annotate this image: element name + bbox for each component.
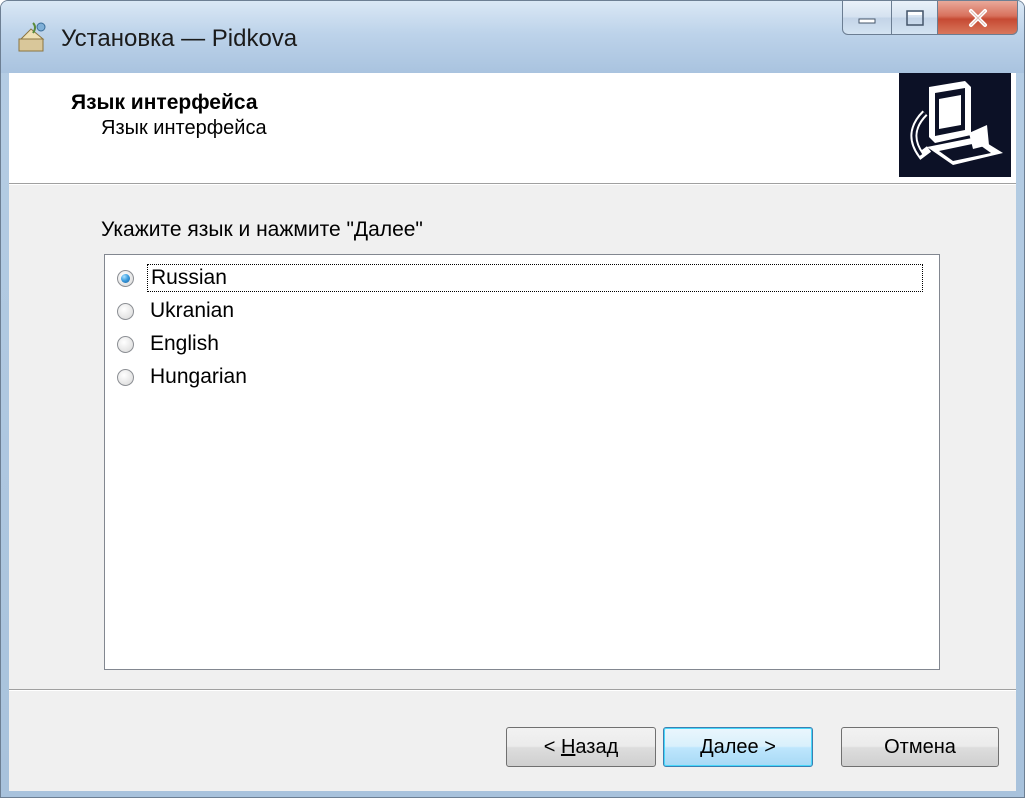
back-button[interactable]: < Назад [506,727,656,767]
language-label: Ukranian [150,299,235,322]
header-divider [9,184,1016,185]
language-label: Hungarian [150,365,247,388]
setup-app-icon [18,22,46,52]
page-title: Язык интерфейса [71,91,258,114]
wizard-header-image [899,73,1011,177]
language-option-russian[interactable]: Russian [117,263,923,293]
installer-computer-icon [910,81,1003,165]
next-rest: алее > [713,735,776,758]
next-accelerator: Д [700,735,714,758]
back-rest: азад [575,735,619,758]
title-bar[interactable]: Установка — Pidkova [1,1,1024,73]
back-accelerator: Н [560,735,576,758]
page-subtitle: Язык интерфейса [101,117,267,139]
maximize-icon [905,9,924,26]
maximize-button[interactable] [892,1,938,35]
cancel-button-label: Отмена [884,735,956,758]
close-icon [968,8,987,27]
language-option-english[interactable]: English [117,329,222,359]
radio-button[interactable] [117,368,134,386]
back-button-label: < Назад [544,736,619,759]
minimize-button[interactable] [842,1,892,35]
back-prefix: < [543,735,561,758]
language-list[interactable]: Russian Ukranian English Hungarian [104,254,940,670]
language-option-ukranian[interactable]: Ukranian [117,296,237,326]
installer-window: Установка — Pidkova Язык интерфейса Язык… [0,0,1025,798]
language-option-hungarian[interactable]: Hungarian [117,362,250,392]
caption-buttons [842,1,1018,37]
next-button[interactable]: Далее > [663,727,813,767]
instruction-text: Укажите язык и нажмите "Далее" [101,218,423,241]
window-title: Установка — Pidkova [61,25,298,52]
client-area: Язык интерфейса Язык интерфейса Укажите … [9,73,1016,791]
minimize-icon [858,18,876,23]
footer-divider [9,689,1016,691]
radio-button[interactable] [117,335,134,353]
language-label: English [150,332,219,355]
wizard-header: Язык интерфейса Язык интерфейса [9,73,1016,184]
radio-button[interactable] [117,302,134,320]
next-button-label: Далее > [700,736,776,759]
language-label: Russian [147,264,923,292]
cancel-button[interactable]: Отмена [841,727,999,767]
close-button[interactable] [938,1,1018,35]
radio-button-checked[interactable] [117,269,134,287]
